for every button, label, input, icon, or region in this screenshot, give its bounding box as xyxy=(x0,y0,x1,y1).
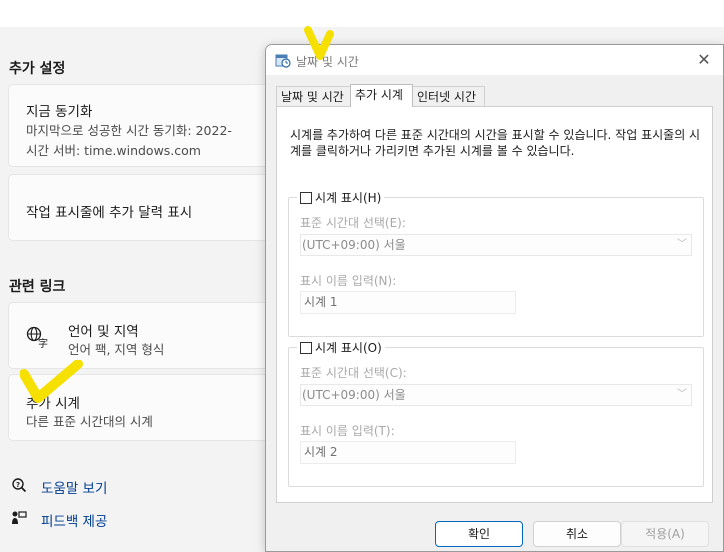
dialog-title: 날짜 및 시간 xyxy=(296,55,359,69)
tab-internet-time[interactable]: 인터넷 시간 xyxy=(412,86,485,106)
feedback-icon xyxy=(9,510,29,530)
sync-now-title: 지금 동기화 xyxy=(26,104,93,120)
clock1-timezone-select[interactable]: (UTC+09:00) 서울 ﹀ xyxy=(300,234,692,256)
time-server-text: 시간 서버: time.windows.com xyxy=(26,143,201,158)
clock2-checkbox-box[interactable] xyxy=(300,341,312,354)
clock1-timezone-value: (UTC+09:00) 서울 xyxy=(302,238,406,252)
clock1-group: 시계 표시(H) 표준 시간대 선택(E): (UTC+09:00) 서울 ﹀ … xyxy=(288,189,704,337)
clock1-name-input[interactable]: 시계 1 xyxy=(300,291,516,314)
additional-settings-heading: 추가 설정 xyxy=(9,61,66,77)
clock2-name-label: 표시 이름 입력(T): xyxy=(300,424,395,438)
clock2-checkbox-label: 시계 표시(O) xyxy=(315,341,382,355)
language-region-subtitle: 언어 팩, 지역 형식 xyxy=(68,342,165,357)
clock1-checkbox-label: 시계 표시(H) xyxy=(315,191,382,205)
language-region-link[interactable]: 字 언어 및 지역 언어 팩, 지역 형식 xyxy=(8,302,308,369)
clock2-timezone-label: 표준 시간대 선택(C): xyxy=(300,366,407,380)
clock-app-icon xyxy=(275,54,291,68)
clock2-name-input[interactable]: 시계 2 xyxy=(300,441,516,464)
ok-button[interactable]: 확인 xyxy=(435,521,523,547)
additional-clocks-link[interactable]: 추가 시계 다른 표준 시간대의 시계 xyxy=(8,374,308,441)
chevron-down-icon: ﹀ xyxy=(677,389,687,400)
svg-text:字: 字 xyxy=(38,337,48,349)
date-time-dialog: 날짜 및 시간 ✕ 날짜 및 시간 추가 시계 인터넷 시간 시계를 추가하여 … xyxy=(265,44,724,552)
cancel-button[interactable]: 취소 xyxy=(533,521,621,547)
sync-now-card[interactable]: 지금 동기화 마지막으로 성공한 시간 동기화: 2022- 시간 서버: ti… xyxy=(8,84,308,167)
clock1-checkbox[interactable]: 시계 표시(H) xyxy=(297,189,385,206)
top-bar xyxy=(0,0,724,27)
help-link[interactable]: ? 도움말 보기 xyxy=(9,477,107,497)
clock1-timezone-label: 표준 시간대 선택(E): xyxy=(300,216,406,230)
taskbar-calendar-card[interactable]: 작업 표시줄에 추가 달력 표시 xyxy=(8,174,308,241)
tab-date-time[interactable]: 날짜 및 시간 xyxy=(276,86,351,106)
svg-text:?: ? xyxy=(16,481,20,489)
globe-language-icon: 字 xyxy=(26,326,48,349)
additional-clocks-title: 추가 시계 xyxy=(26,396,80,412)
clock2-group: 시계 표시(O) 표준 시간대 선택(C): (UTC+09:00) 서울 ﹀ … xyxy=(288,339,704,487)
feedback-link[interactable]: 피드백 제공 xyxy=(9,510,107,530)
clock1-checkbox-box[interactable] xyxy=(300,191,312,204)
chevron-down-icon: ﹀ xyxy=(677,239,687,250)
close-icon: ✕ xyxy=(697,50,711,69)
apply-button[interactable]: 적용(A) xyxy=(621,521,709,547)
dialog-titlebar: 날짜 및 시간 ✕ xyxy=(266,45,723,75)
clock2-timezone-value: (UTC+09:00) 서울 xyxy=(302,388,406,402)
additional-clocks-subtitle: 다른 표준 시간대의 시계 xyxy=(26,414,153,429)
language-region-title: 언어 및 지역 xyxy=(68,324,139,340)
last-sync-text: 마지막으로 성공한 시간 동기화: 2022- xyxy=(26,123,232,138)
help-link-label: 도움말 보기 xyxy=(41,481,108,497)
close-button[interactable]: ✕ xyxy=(693,49,715,71)
feedback-link-label: 피드백 제공 xyxy=(41,514,108,530)
help-icon: ? xyxy=(9,477,29,497)
clock2-timezone-select[interactable]: (UTC+09:00) 서울 ﹀ xyxy=(300,384,692,406)
clock1-name-label: 표시 이름 입력(N): xyxy=(300,274,397,288)
clock2-checkbox[interactable]: 시계 표시(O) xyxy=(297,339,385,356)
related-links-heading: 관련 링크 xyxy=(9,279,66,295)
description-text: 시계를 추가하여 다른 표준 시간대의 시간을 표시할 수 있습니다. 작업 표… xyxy=(290,128,701,158)
taskbar-calendar-label: 작업 표시줄에 추가 달력 표시 xyxy=(26,205,193,221)
tab-additional-clocks[interactable]: 추가 시계 xyxy=(350,84,413,107)
